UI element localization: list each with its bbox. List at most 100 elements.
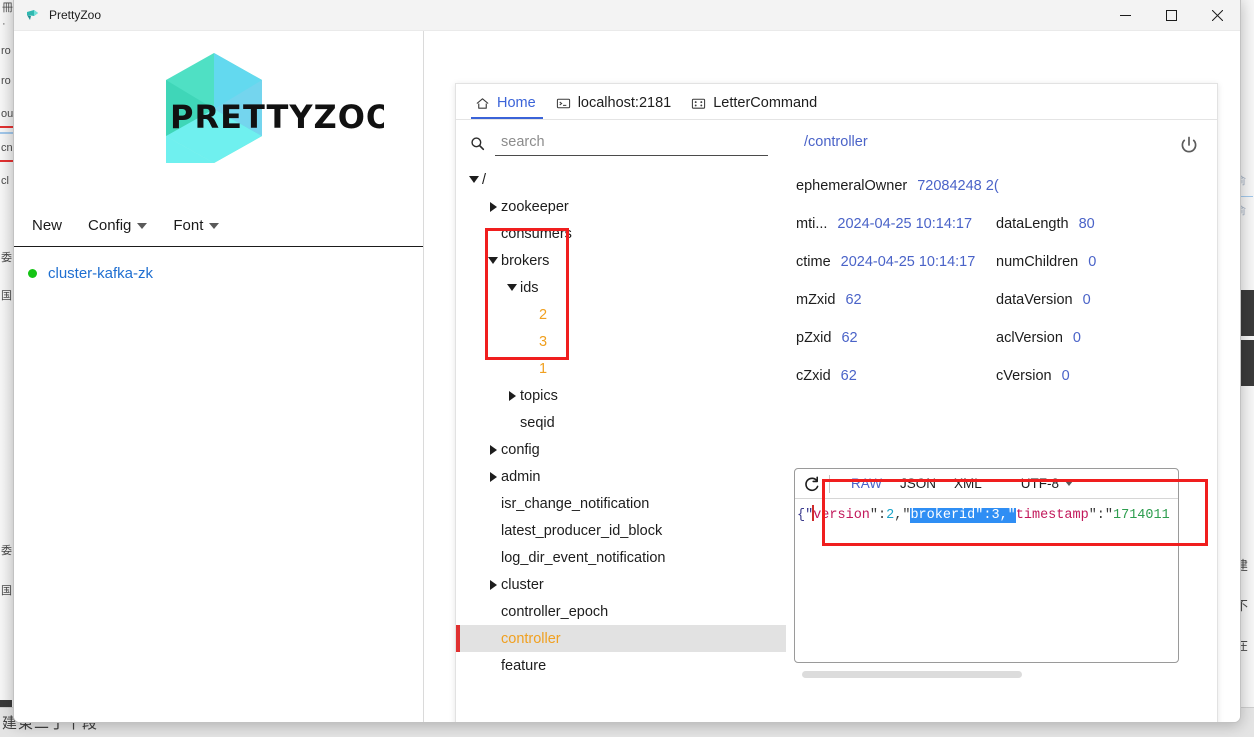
panes: / zookeeper consumers brokers ids2 3 1 topics se… xyxy=(456,120,1217,722)
tree-node-controller[interactable]: controller xyxy=(456,625,786,652)
search-icon xyxy=(471,137,485,151)
data-token: 3 xyxy=(991,508,1000,523)
tree-node-cluster[interactable]: cluster xyxy=(456,571,786,598)
terminal-icon xyxy=(556,98,570,108)
maximize-button[interactable] xyxy=(1148,0,1194,31)
meta-value: 62 xyxy=(845,292,862,308)
tree-node-label: brokers xyxy=(501,252,550,269)
meta-value: 0 xyxy=(1082,292,1091,308)
tree-node-topics[interactable]: topics xyxy=(456,382,786,409)
power-icon[interactable] xyxy=(1177,134,1201,158)
tree-node-label: 2 xyxy=(539,306,548,323)
chevron-down-icon[interactable] xyxy=(485,257,501,264)
tree-node-label: latest_producer_id_block xyxy=(501,522,663,539)
window-controls xyxy=(1102,0,1240,31)
logo-area: PRETTYZOO xyxy=(14,31,423,205)
tab-home-label: Home xyxy=(497,95,536,111)
meta-cversion: cVersion 0 xyxy=(996,368,1217,384)
meta-numchildren: numChildren 0 xyxy=(996,254,1217,270)
prettyzoo-logo-icon xyxy=(27,10,38,20)
meta-czxid: cZxid 62 xyxy=(796,368,996,384)
tree-node-log_dir_event_notification[interactable]: log_dir_event_notification xyxy=(456,544,786,571)
menu-font-button[interactable]: Font xyxy=(169,214,223,237)
tree-node-1[interactable]: 1 xyxy=(456,355,786,382)
node-metadata-grid: ephemeralOwner 72084248 2(mti... 2024-04-2… xyxy=(796,178,1217,384)
node-path-label: /controller xyxy=(804,134,868,150)
tree-node-feature[interactable]: feature xyxy=(456,652,786,679)
chevron-down-icon[interactable] xyxy=(466,176,482,183)
format-json-button[interactable]: JSON xyxy=(891,474,945,493)
bg-fragment: · xyxy=(2,18,6,30)
refresh-icon[interactable] xyxy=(803,475,821,493)
tree-node-ids[interactable]: ids xyxy=(456,274,786,301)
tree-node-config[interactable]: config xyxy=(456,436,786,463)
chevron-right-icon[interactable] xyxy=(485,471,501,482)
tree-node-admin[interactable]: admin xyxy=(456,463,786,490)
format-xml-button[interactable]: XML xyxy=(945,474,991,493)
close-button[interactable] xyxy=(1194,0,1240,31)
meta-key: mti... xyxy=(796,216,828,232)
data-content[interactable]: {"version":2,"brokerid":3,"timestamp":"1… xyxy=(795,499,1178,525)
data-token: brokerid xyxy=(910,508,976,523)
tree-node-label: / xyxy=(482,171,487,188)
meta-key: pZxid xyxy=(796,330,832,346)
chevron-down-icon[interactable] xyxy=(504,284,520,291)
chevron-right-icon[interactable] xyxy=(485,579,501,590)
tree-node-brokers[interactable]: brokers xyxy=(456,247,786,274)
meta-value: 80 xyxy=(1078,216,1095,232)
bg-fragment: 委 xyxy=(1,252,12,264)
data-viewer-toolbar: RAW JSON XML UTF-8 xyxy=(795,469,1178,499)
bg-fragment: 委 xyxy=(1,545,12,557)
menu-new-button[interactable]: New xyxy=(28,214,66,237)
tree-node-latest_producer_id_block[interactable]: latest_producer_id_block xyxy=(456,517,786,544)
tree-node-controller_epoch[interactable]: controller_epoch xyxy=(456,598,786,625)
meta-dataversion: dataVersion 0 xyxy=(996,292,1217,308)
meta-ctime: ctime 2024-04-25 10:14:17 xyxy=(796,254,996,270)
chevron-right-icon[interactable] xyxy=(504,390,520,401)
menu-config-button[interactable]: Config xyxy=(84,214,151,237)
tab-bar: Home localhost:2181 LetterCommand xyxy=(456,84,1217,120)
tree-node-label: feature xyxy=(501,657,547,674)
tree-node-label: consumers xyxy=(501,225,572,242)
text-selection: brokerid":3," xyxy=(910,508,1016,523)
data-token: ": xyxy=(869,508,887,523)
tree-node-3[interactable]: 3 xyxy=(456,328,786,355)
tree-node-2[interactable]: 2 xyxy=(456,301,786,328)
tree-node-label: controller xyxy=(501,630,561,647)
chevron-right-icon[interactable] xyxy=(485,201,501,212)
format-raw-button[interactable]: RAW xyxy=(842,474,891,493)
data-token: timestamp xyxy=(1015,508,1089,523)
dice-icon xyxy=(692,98,706,109)
bg-fragment: ou xyxy=(1,108,14,120)
tree-node-consumers[interactable]: consumers xyxy=(456,220,786,247)
data-token: ," xyxy=(894,508,911,523)
encoding-select[interactable]: UTF-8 xyxy=(1021,476,1074,491)
search-input[interactable] xyxy=(495,131,768,156)
tree-node-label: cluster xyxy=(501,576,544,593)
tree-node-isr_change_notification[interactable]: isr_change_notification xyxy=(456,490,786,517)
tab-lettercommand[interactable]: LetterCommand xyxy=(685,90,826,119)
bg-fragment: cl xyxy=(1,175,9,187)
minimize-button[interactable] xyxy=(1102,0,1148,31)
bg-fragment: cn xyxy=(1,142,13,154)
meta-value: 0 xyxy=(1061,368,1070,384)
bg-fragment: 冊 xyxy=(2,2,13,14)
tab-home[interactable]: Home xyxy=(469,90,545,119)
cluster-item[interactable]: cluster-kafka-zk xyxy=(28,265,423,282)
meta-key: mZxid xyxy=(796,292,836,308)
tree-node-label: topics xyxy=(520,387,558,404)
tree-pane: / zookeeper consumers brokers ids 2 3 1 topics se… xyxy=(456,120,786,722)
meta-value: 62 xyxy=(840,368,857,384)
data-viewer: RAW JSON XML UTF-8 {"version":2,"brokeri… xyxy=(794,468,1179,663)
chevron-right-icon[interactable] xyxy=(485,444,501,455)
data-viewer-horizontal-scrollbar[interactable] xyxy=(802,671,1022,678)
tab-localhost[interactable]: localhost:2181 xyxy=(550,90,681,119)
meta-ephemeralowner: ephemeralOwner 72084248 2( xyxy=(796,178,1217,194)
tree-node-[interactable]: / xyxy=(456,166,786,193)
meta-value: 72084248 2( xyxy=(917,178,999,194)
meta-key: aclVersion xyxy=(996,330,1063,346)
tree-node-zookeeper[interactable]: zookeeper xyxy=(456,193,786,220)
tree-node-seqid[interactable]: seqid xyxy=(456,409,786,436)
tree-node-label: zookeeper xyxy=(501,198,569,215)
meta-key: ephemeralOwner xyxy=(796,178,908,194)
